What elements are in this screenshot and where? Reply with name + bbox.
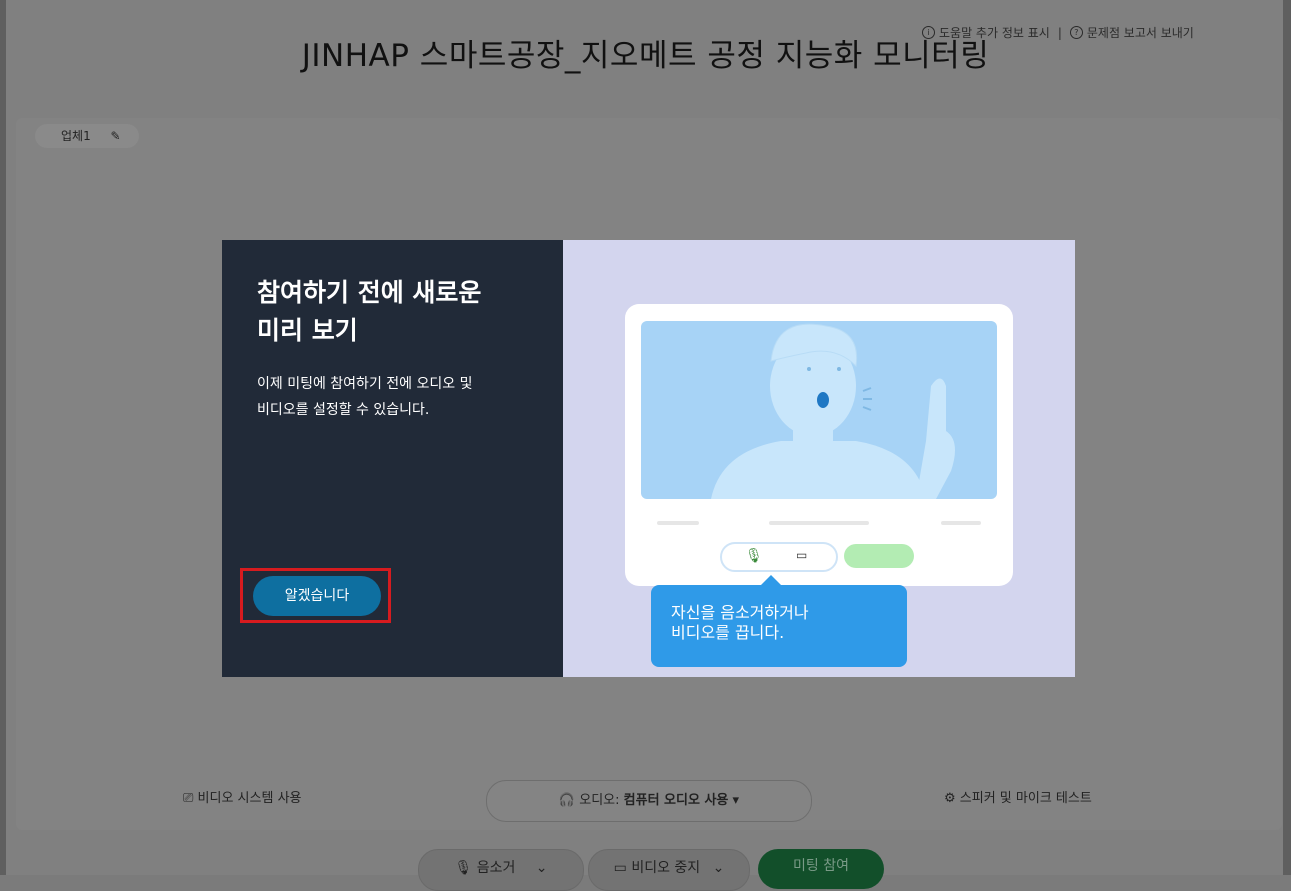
mic-icon: 🎙 — [454, 860, 473, 876]
dialog-desc-line2: 비디오를 설정할 수 있습니다. — [257, 402, 430, 418]
video-system-label: 비디오 시스템 사용 — [197, 791, 302, 806]
speaker-mic-test[interactable]: ⚙ 스피커 및 마이크 테스트 — [944, 787, 1092, 806]
dialog-title-line1: 참여하기 전에 새로운 — [257, 278, 482, 307]
participant-name: 업체1 — [61, 129, 91, 143]
video-dropdown-icon[interactable]: ⌄ — [713, 860, 725, 876]
meeting-title: JINHAP 스마트공장_지오메트 공정 지능화 모니터링 — [301, 38, 990, 74]
cast-icon: ⎚ — [183, 791, 194, 806]
dialog-left-panel: 참여하기 전에 새로운 미리 보기 이제 미팅에 참여하기 전에 오디오 및 비… — [222, 240, 563, 677]
participant-name-chip: 업체1 ✎ — [35, 124, 139, 148]
dialog-description: 이제 미팅에 참여하기 전에 오디오 및 비디오를 설정할 수 있습니다. — [257, 371, 547, 423]
preview-intro-dialog: 참여하기 전에 새로운 미리 보기 이제 미팅에 참여하기 전에 오디오 및 비… — [222, 240, 1075, 677]
person-illustration — [711, 323, 955, 499]
video-system-option[interactable]: ⎚ 비디오 시스템 사용 — [183, 787, 302, 806]
placeholder-line — [941, 521, 981, 525]
camera-illustration-icon: ▭ — [796, 548, 808, 562]
camera-icon: ▭ — [613, 860, 627, 876]
illustration-control-pill — [720, 542, 838, 572]
illustration-join-pill — [844, 544, 914, 568]
headset-icon: 🎧 — [558, 793, 576, 808]
audio-prefix: 오디오: — [579, 793, 620, 808]
mute-label: 음소거 — [476, 860, 516, 876]
mute-dropdown-icon[interactable]: ⌄ — [536, 860, 548, 876]
screen-illustration — [641, 321, 997, 499]
caret-down-icon: ▾ — [732, 793, 740, 808]
tooltip-text: 자신을 음소거하거나 비디오를 끕니다. — [671, 603, 891, 643]
tooltip-line1: 자신을 음소거하거나 — [671, 603, 809, 622]
gear-icon: ⚙ — [944, 791, 956, 806]
monitor-illustration: 🎙 ▭ — [625, 304, 1013, 586]
mute-button[interactable]: 🎙 음소거 ⌄ — [418, 849, 584, 891]
dialog-illustration: 🎙 ▭ 자신을 음소거하거나 비디오를 끕니다. — [563, 240, 1075, 677]
speaker-mic-test-label: 스피커 및 마이크 테스트 — [959, 791, 1092, 806]
placeholder-line — [769, 521, 869, 525]
placeholder-line — [657, 521, 699, 525]
dialog-title: 참여하기 전에 새로운 미리 보기 — [257, 274, 547, 350]
tooltip-arrow — [761, 575, 781, 585]
tooltip-line2: 비디오를 끕니다. — [671, 623, 785, 642]
join-meeting-button[interactable]: 미팅 참여 — [758, 849, 884, 889]
window-border-right — [1283, 0, 1291, 875]
video-stop-label: 비디오 중지 — [631, 860, 701, 876]
video-stop-button[interactable]: ▭ 비디오 중지 ⌄ — [588, 849, 750, 891]
dialog-title-line2: 미리 보기 — [257, 316, 358, 345]
audio-select[interactable]: 🎧 오디오: 컴퓨터 오디오 사용 ▾ — [486, 780, 812, 822]
audio-value: 컴퓨터 오디오 사용 — [623, 793, 729, 808]
window-border-left — [0, 0, 6, 875]
mic-illustration-icon: 🎙 — [745, 548, 763, 564]
dialog-desc-line1: 이제 미팅에 참여하기 전에 오디오 및 — [257, 376, 473, 392]
edit-name-icon[interactable]: ✎ — [111, 124, 121, 148]
tooltip-callout: 자신을 음소거하거나 비디오를 끕니다. — [651, 575, 907, 667]
highlight-box — [240, 568, 391, 623]
